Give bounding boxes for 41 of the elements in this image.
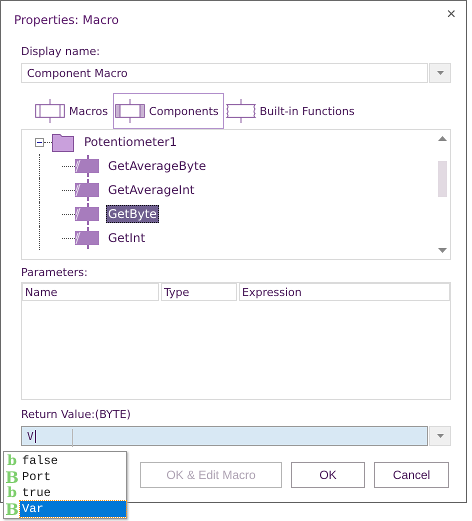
field-label: Parameters:	[21, 266, 89, 281]
tree-item[interactable]: GetAverageInt	[106, 181, 197, 199]
tree-item[interactable]: Potentiometer1	[82, 133, 179, 151]
type-icon: B	[4, 468, 20, 486]
collapse-icon[interactable]	[35, 138, 44, 146]
tree-item[interactable]: GetInt	[106, 229, 148, 247]
tab[interactable]: Built-in Functions	[224, 93, 360, 129]
suggestion-item[interactable]: Var	[20, 501, 126, 517]
suggestion-item[interactable]: true	[20, 485, 126, 501]
dropdown-button[interactable]	[429, 426, 451, 446]
suggestion-item[interactable]: false	[20, 453, 126, 469]
type-icon: B	[4, 500, 20, 518]
caret-icon	[436, 434, 444, 438]
dropdown-button[interactable]	[429, 63, 451, 83]
caret-icon	[436, 71, 444, 75]
suggestion-item[interactable]: Port	[20, 469, 126, 485]
tab[interactable]: Components	[113, 93, 224, 129]
macro-block-icon	[75, 203, 101, 225]
scroll-thumb[interactable]	[438, 161, 446, 197]
macro-block-icon	[75, 227, 101, 249]
return-value-field[interactable]: V	[21, 426, 428, 446]
field-label: Return Value:(BYTE)	[21, 408, 132, 423]
tab[interactable]: Macros	[33, 93, 114, 129]
type-icon: b	[4, 453, 20, 469]
column-header[interactable]: Expression	[239, 283, 450, 301]
window-title: Properties: Macro	[14, 13, 119, 27]
tree-item[interactable]: GetAverageByte	[106, 157, 208, 175]
type-icon: b	[4, 485, 20, 501]
scroll-up-icon[interactable]	[438, 136, 446, 141]
dialog-button[interactable]: Cancel	[374, 462, 449, 488]
macro-block-icon	[75, 179, 101, 201]
column-header[interactable]: Name	[22, 283, 159, 301]
folder-icon	[52, 132, 74, 152]
dialog-button[interactable]: OK	[291, 462, 365, 488]
display-name-field[interactable]: Component Macro	[21, 63, 428, 83]
tree-item[interactable]: GetByte	[106, 205, 159, 223]
column-header[interactable]: Type	[161, 283, 237, 301]
macro-block-icon	[75, 155, 101, 177]
field-label: Display name:	[21, 45, 101, 60]
close-button[interactable]: ×	[446, 7, 456, 23]
scroll-down-icon[interactable]	[438, 248, 446, 253]
